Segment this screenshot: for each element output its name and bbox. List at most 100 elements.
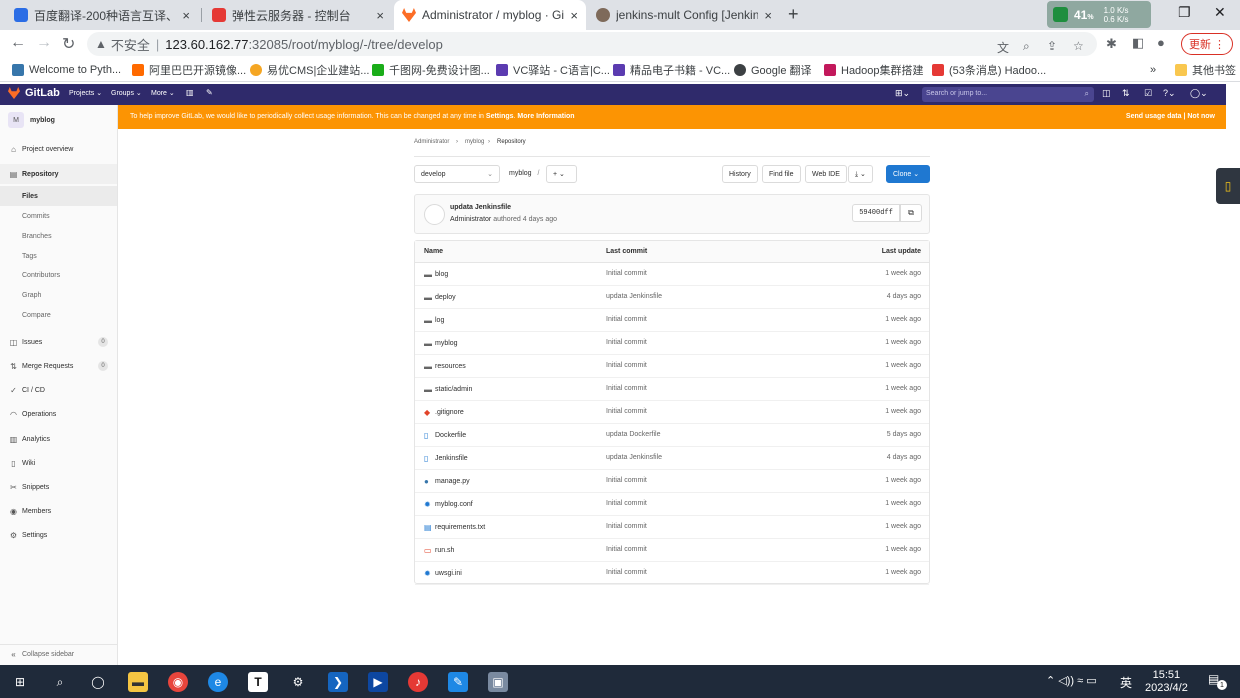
commit-sha[interactable]: 59400dff [852,204,900,222]
sidebar-subitem-tags[interactable]: Tags [0,246,117,266]
netease-music-icon[interactable]: ♪ [408,672,428,692]
banner-settings-link[interactable]: Settings [486,113,514,120]
table-row[interactable]: ✹ myblog.conf Initial commit 1 week ago [415,493,929,516]
history-button[interactable]: History [722,165,758,183]
file-name-link[interactable]: ▯ Jenkinsfile [424,454,468,463]
bookmark-hadoop[interactable]: Hadoop集群搭建 [824,62,924,78]
profile-icon[interactable]: ● [1157,35,1165,50]
vscode-icon[interactable]: ❯ [328,672,348,692]
avatar[interactable]: ◯⌄ [1190,88,1208,99]
file-last-commit[interactable]: Initial commit [606,546,647,553]
table-row[interactable]: ▬ resources Initial commit 1 week ago [415,355,929,378]
other-bookmarks-folder[interactable]: 其他书签 [1175,62,1236,78]
file-name-link[interactable]: ▬ blog [424,270,448,279]
file-name-link[interactable]: ▬ resources [424,362,466,371]
network-monitor-extension[interactable]: 41% 1.0 K/s 0.6 K/s [1047,1,1151,28]
bookmark-58pic[interactable]: 千图网-免费设计图... [372,62,490,78]
browser-tab-huawei-cloud[interactable]: 弹性云服务器 - 控制台 × [204,0,392,30]
xshell-icon[interactable]: ▶ [368,672,388,692]
file-name-link[interactable]: ◆ .gitignore [424,408,464,417]
browser-tab-baidu[interactable]: 百度翻译-200种语言互译、沟通 × [6,0,198,30]
collapse-sidebar-button[interactable]: « Collapse sidebar [0,644,117,664]
share-icon[interactable]: ⇪ [1047,39,1057,53]
project-header[interactable]: M myblog [8,112,55,128]
merge-requests-icon[interactable]: ⇅ [1122,88,1130,99]
sidebar-item-snippets[interactable]: ✂ Snippets [0,477,117,497]
file-name-link[interactable]: ▬ myblog [424,339,458,348]
sidebar-item-members[interactable]: ◉ Members [0,501,117,521]
zoom-icon[interactable]: ⌕ [1023,39,1030,54]
table-row[interactable]: ◆ .gitignore Initial commit 1 week ago [415,401,929,424]
file-last-commit[interactable]: Initial commit [606,408,647,415]
close-tab-icon[interactable]: × [182,8,190,23]
table-row[interactable]: ▬ deploy updata Jenkinsfile 4 days ago [415,286,929,309]
close-tab-icon[interactable]: × [570,8,578,23]
task-view-icon[interactable]: ◯ [88,672,108,692]
sidebar-item-project-overview[interactable]: ⌂ Project overview [0,139,117,159]
restore-window-icon[interactable]: ❐ [1178,4,1191,21]
sidebar-subitem-contributors[interactable]: Contributors [0,265,117,285]
side-panel-icon[interactable]: ◧ [1132,35,1144,51]
sidebar-item-ci-cd[interactable]: ✓ CI / CD [0,380,117,400]
search-icon[interactable]: ⌕ [50,672,70,692]
sidebar-item-wiki[interactable]: ▯ Wiki [0,453,117,473]
sidebar-item-repository[interactable]: ▤ Repository [0,164,117,184]
file-name-link[interactable]: ✹ uwsgi.ini [424,569,462,578]
more-bookmarks-button[interactable]: » [1150,62,1156,78]
address-bar[interactable]: ▲ 不安全 | 123.60.162.77 :32085/root/myblog… [87,32,1097,56]
file-name-link[interactable]: ● manage.py [424,477,470,486]
groups-menu[interactable]: Groups ⌄ [111,89,142,97]
banner-more-info-link[interactable]: More Information [517,113,574,120]
file-name-link[interactable]: ▬ deploy [424,293,456,302]
breadcrumb-administrator[interactable]: Administrator [414,139,449,145]
sidebar-subitem-files[interactable]: Files [0,186,117,206]
sidebar-subitem-commits[interactable]: Commits [0,206,117,226]
sidebar-item-operations[interactable]: ◠ Operations [0,404,117,424]
notification-center-icon[interactable]: ▤ 1 [1208,672,1227,690]
back-arrow-icon[interactable]: ← [10,34,26,52]
bookmark-star-icon[interactable]: ☆ [1073,39,1084,53]
file-last-commit[interactable]: Initial commit [606,385,647,392]
floating-extension-tab[interactable]: ▯ [1216,168,1240,204]
download-dropdown[interactable]: ⤓ ⌄ [848,165,873,183]
tray-icons[interactable]: ⌃ ◁)) ≈ ▭ [1046,674,1097,687]
table-row[interactable]: ▯ Dockerfile updata Dockerfile 5 days ago [415,424,929,447]
clone-dropdown[interactable]: Clone ⌄ [886,165,930,183]
sidebar-subitem-compare[interactable]: Compare [0,305,117,325]
table-row[interactable]: ▬ blog Initial commit 1 week ago [415,263,929,286]
reload-icon[interactable]: ↻ [62,34,75,54]
commit-message[interactable]: updata Jenkinsfile [450,204,511,211]
file-name-link[interactable]: ▯ Dockerfile [424,431,466,440]
file-last-commit[interactable]: Initial commit [606,569,647,576]
file-last-commit[interactable]: updata Jenkinsfile [606,454,662,461]
new-item-plus-icon[interactable]: ⊞⌄ [895,88,910,99]
browser-tab-jenkins[interactable]: jenkins-mult Config [Jenkins] × [588,0,780,30]
typora-icon[interactable]: T [248,672,268,692]
close-window-icon[interactable]: ✕ [1214,4,1226,21]
chrome-icon[interactable]: ◉ [168,672,188,692]
file-name-link[interactable]: ▭ run.sh [424,546,454,555]
file-last-commit[interactable]: Initial commit [606,362,647,369]
close-tab-icon[interactable]: × [764,8,772,23]
close-tab-icon[interactable]: × [376,8,384,23]
branch-selector[interactable]: develop ⌄ [414,165,500,183]
breadcrumb-myblog[interactable]: myblog [465,139,484,145]
file-last-commit[interactable]: Initial commit [606,500,647,507]
bookmark-aliyun[interactable]: 阿里巴巴开源镜像... [132,62,246,78]
table-row[interactable]: ▬ myblog Initial commit 1 week ago [415,332,929,355]
search-input[interactable]: Search or jump to... ⌕ [922,87,1094,102]
extensions-puzzle-icon[interactable]: ✱ [1106,36,1117,52]
input-method-indicator[interactable]: 英 [1120,674,1132,691]
file-name-link[interactable]: ▤ requirements.txt [424,523,485,532]
table-row[interactable]: ▬ log Initial commit 1 week ago [415,309,929,332]
bookmark-google-translate[interactable]: Google 翻译 [734,62,812,78]
add-file-dropdown[interactable]: + ⌄ [546,165,577,183]
sidebar-item-analytics[interactable]: ▥ Analytics [0,429,117,449]
file-explorer-icon[interactable]: ▬ [128,672,148,692]
notes-icon[interactable]: ✎ [448,672,468,692]
table-row[interactable]: ▬ static/admin Initial commit 1 week ago [415,378,929,401]
file-last-commit[interactable]: Initial commit [606,477,647,484]
path-root-link[interactable]: myblog [509,170,532,177]
commit-author[interactable]: Administrator [450,216,491,223]
sidebar-subitem-branches[interactable]: Branches [0,226,117,246]
